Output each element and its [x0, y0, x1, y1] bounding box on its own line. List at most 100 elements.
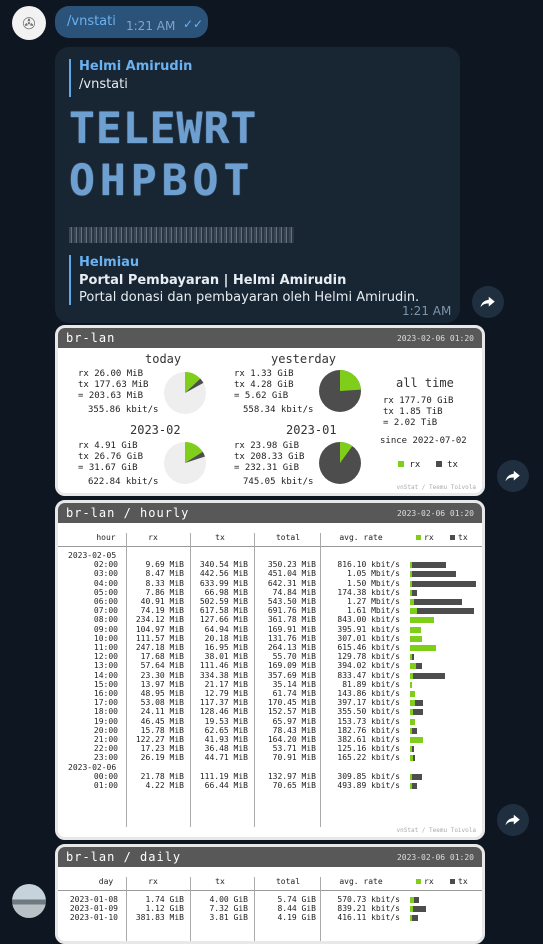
cell-rx: 53.08 MiB	[140, 698, 184, 708]
cell-tx: 38.01 MiB	[204, 652, 248, 662]
legend-rx-label: rx	[424, 877, 434, 886]
cell-tx: 442.56 MiB	[199, 569, 248, 579]
cell-total: 350.23 MiB	[267, 560, 316, 570]
cell-tx: 62.65 MiB	[204, 725, 248, 735]
header-tx: tx	[215, 877, 225, 886]
table-row: 08:00 234.12 MiB 127.66 MiB 361.78 MiB 843.0…	[58, 615, 482, 624]
rx-bar	[410, 635, 422, 642]
table-row: 12:00 17.68 MiB 38.01 MiB 55.70 MiB 129.78 k…	[58, 652, 482, 661]
cell-tx: 111.19 MiB	[199, 771, 248, 781]
header-hour: hour	[96, 533, 116, 542]
banner-noise-strip	[69, 227, 294, 243]
legend-tx-label: tx	[447, 460, 458, 470]
cell-rx: 122.27 MiB	[135, 735, 184, 744]
rx-bar	[410, 645, 436, 651]
forward-button[interactable]	[497, 460, 529, 492]
forward-button[interactable]	[497, 804, 529, 836]
cell-tx: 617.58 MiB	[199, 606, 248, 616]
month-rate: 622.84 kbit/s	[88, 477, 159, 487]
rx-bar	[410, 599, 414, 605]
date-group-label: 2023-02-05	[68, 551, 117, 560]
cell-total: 70.91 MiB	[272, 753, 316, 763]
legend-rx-swatch	[416, 535, 421, 540]
cell-rx: 8.47 MiB	[145, 569, 184, 579]
banner-image[interactable]: TELEWRT OHPBOT	[69, 103, 299, 253]
bot-avatar[interactable]: ✇	[12, 6, 46, 40]
cell-h: 13:00	[93, 661, 118, 671]
cell-tx: 128.46 MiB	[199, 707, 248, 717]
cell-h: 09:00	[93, 624, 118, 634]
cell-h: 10:00	[93, 633, 118, 643]
cell-h: 01:00	[93, 781, 118, 790]
cell-rate: 1.27 Mbit/s	[347, 597, 400, 606]
cell-total: 170.45 MiB	[267, 698, 316, 708]
cell-tx: 4.00 GiB	[209, 895, 248, 904]
cell-rx: 234.12 MiB	[135, 615, 184, 625]
daily-image[interactable]: br-lan / daily 2023-02-06 01:20 day rx tx t…	[55, 844, 485, 944]
cell-tx: 44.71 MiB	[204, 753, 248, 763]
forward-button[interactable]	[472, 286, 504, 318]
table-row: 2023-01-08 1.74 GiB 4.00 GiB 5.74 GiB 570.73…	[58, 895, 482, 904]
cell-total: 65.97 MiB	[272, 716, 316, 726]
message-time: 1:21 AM	[402, 304, 452, 318]
rx-bar	[410, 906, 413, 913]
cell-total: 152.57 MiB	[267, 707, 316, 717]
rx-bar	[410, 755, 413, 762]
cell-rx: 7.86 MiB	[145, 587, 184, 597]
rx-bar	[410, 746, 412, 753]
prevmonth-label: 2023-01	[286, 423, 337, 437]
rx-bar	[410, 580, 412, 587]
link-preview[interactable]: Helmiau Portal Pembayaran | Helmi Amirud…	[69, 255, 449, 305]
prevmonth-tx: tx 208.33 GiB	[234, 452, 305, 462]
cell-total: 55.70 MiB	[272, 652, 316, 662]
cell-tx: 334.38 MiB	[199, 670, 248, 680]
cell-rx: 8.33 MiB	[145, 578, 184, 588]
reply-quote[interactable]: Helmi Amirudin /vnstati	[69, 59, 192, 97]
cell-rx: 1.12 GiB	[145, 904, 184, 914]
header-rx: rx	[148, 877, 158, 886]
cell-h: 15:00	[93, 679, 118, 689]
table-row: 13:00 57.64 MiB 111.46 MiB 169.09 MiB 394.02…	[58, 661, 482, 670]
cell-rate: 129.78 kbit/s	[337, 652, 400, 662]
table-row: 17:00 53.08 MiB 117.37 MiB 170.45 MiB 397.17…	[58, 698, 482, 707]
cell-tx: 66.98 MiB	[204, 587, 248, 597]
quote-text: /vnstati	[79, 77, 128, 92]
date-group-label: 2023-02-06	[68, 762, 117, 772]
cell-total: 61.74 MiB	[272, 689, 316, 698]
table-header: day rx tx total avg. rate rx tx	[58, 877, 482, 891]
cell-rx: 40.91 MiB	[140, 597, 184, 606]
today-rx: rx 26.00 MiB	[78, 369, 144, 379]
forward-icon	[505, 470, 520, 482]
today-total: = 203.63 MiB	[78, 391, 144, 401]
legend-rx-swatch	[398, 461, 404, 467]
message-vnstati-command[interactable]: /vnstati 1:21 AM ✓✓	[55, 6, 208, 38]
cell-total: 361.78 MiB	[267, 615, 316, 625]
yesterday-pie-chart	[319, 370, 361, 412]
forward-icon	[480, 296, 495, 308]
header-day: day	[98, 877, 114, 886]
table-row: 02:00 9.69 MiB 340.54 MiB 350.23 MiB 816.10 …	[58, 560, 482, 569]
user-avatar[interactable]	[12, 884, 46, 918]
alltime-rx: rx 177.70 GiB	[383, 396, 454, 406]
cell-rate: 1.50 Mbit/s	[347, 578, 400, 588]
cell-tx: 117.37 MiB	[199, 698, 248, 708]
table-row: 09:00 104.97 MiB 64.94 MiB 169.91 MiB 395.91…	[58, 625, 482, 634]
read-checkmarks-icon: ✓✓	[183, 17, 204, 31]
reply-message-bubble[interactable]: Helmi Amirudin /vnstati TELEWRT OHPBOT H…	[55, 47, 460, 323]
legend-tx-swatch	[435, 461, 442, 467]
rx-bar	[410, 737, 423, 743]
cell-rx: 111.57 MiB	[135, 633, 184, 643]
summary-image[interactable]: br-lan 2023-02-06 01:20 today rx 26.00 M…	[55, 325, 485, 496]
cell-h: 20:00	[93, 725, 118, 735]
cell-rate: 394.02 kbit/s	[337, 661, 400, 671]
cell-total: 8.44 GiB	[277, 904, 316, 914]
cell-total: 53.71 MiB	[272, 744, 316, 754]
rx-bar	[410, 700, 416, 707]
preview-description: Portal donasi dan pembayaran oleh Helmi …	[79, 290, 420, 305]
cell-tx: 41.93 MiB	[204, 735, 248, 744]
cell-h: 19:00	[93, 716, 118, 726]
table-row: 22:00 17.23 MiB 36.48 MiB 53.71 MiB 125.16 k…	[58, 744, 482, 753]
legend-tx-swatch	[450, 535, 455, 540]
cell-h: 05:00	[93, 587, 118, 597]
hourly-image[interactable]: br-lan / hourly 2023-02-06 01:20 hour rx t…	[55, 500, 485, 840]
